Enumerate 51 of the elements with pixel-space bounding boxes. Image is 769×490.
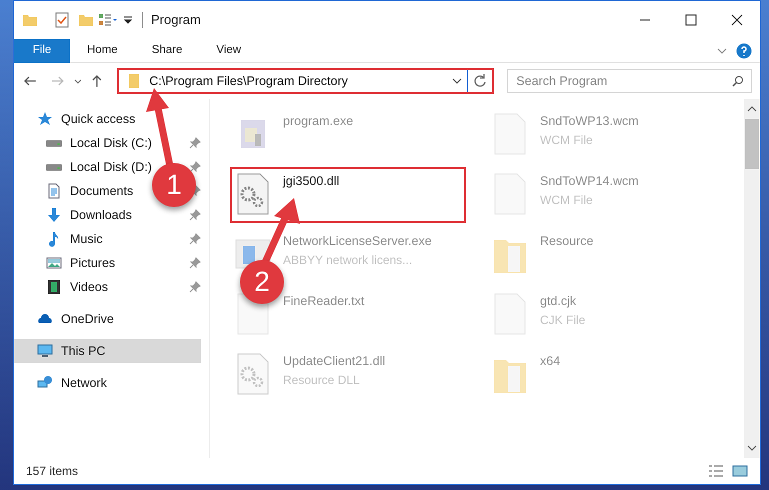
refresh-icon[interactable]	[472, 73, 488, 89]
blank-file-icon	[492, 112, 528, 156]
item-count: 157 items	[26, 463, 78, 480]
sidebar-item[interactable]: Quick access	[14, 107, 201, 131]
file-type: CJK File	[540, 312, 586, 329]
file-type: WCM File	[540, 192, 594, 209]
document-icon	[46, 183, 62, 199]
gear-file-icon	[235, 172, 271, 216]
blank-file-icon	[492, 292, 528, 336]
sidebar-item[interactable]: Network	[14, 371, 201, 395]
blank-file-icon	[492, 172, 528, 216]
file-type: WCM File	[540, 132, 594, 149]
download-arrow-icon	[46, 207, 62, 223]
sidebar-item[interactable]: Local Disk (C:)	[14, 131, 150, 155]
scrollbar-thumb[interactable]	[745, 119, 759, 169]
large-icons-view-icon[interactable]	[732, 463, 748, 479]
star-icon	[37, 111, 53, 127]
dropdown-icon[interactable]	[122, 14, 134, 26]
drive-icon	[46, 164, 62, 170]
sidebar-item[interactable]: This PC	[14, 339, 201, 363]
maximize-icon	[685, 14, 697, 26]
chevron-down-icon[interactable]	[74, 77, 82, 85]
ribbon-tab[interactable]: View	[199, 38, 258, 62]
sidebar-item[interactable]: Documents	[14, 179, 150, 203]
file-name[interactable]: jgi3500.dll	[283, 172, 340, 191]
gear-file-icon	[235, 352, 271, 396]
monitor-icon	[37, 343, 53, 359]
file-type: Resource DLL	[283, 372, 361, 389]
sidebar-item[interactable]: Pictures	[14, 251, 150, 275]
search-field[interactable]: Search Program	[507, 69, 752, 93]
address-bar[interactable]: C:\Program Files\Program Directory	[117, 68, 494, 94]
details-view-icon[interactable]	[708, 463, 724, 479]
close-icon	[731, 14, 743, 26]
film-icon	[46, 279, 62, 295]
ribbon-tab[interactable]: Home	[70, 38, 135, 62]
sidebar-item[interactable]: OneDrive	[14, 307, 201, 331]
ribbon-tab[interactable]: Share	[134, 38, 200, 62]
file-type: ABBYY network licens...	[283, 252, 414, 269]
sidebar-item[interactable]: Local Disk (D:)	[14, 155, 150, 179]
sidebar-item[interactable]: Music	[14, 227, 150, 251]
checklist-icon[interactable]	[54, 12, 70, 28]
sidebar-item[interactable]: Videos	[14, 275, 150, 299]
sidebar-item[interactable]: Downloads	[14, 203, 150, 227]
window-title: Program	[151, 11, 201, 30]
picture-icon	[46, 255, 62, 271]
address-path: C:\Program Files\Program Directory	[149, 72, 348, 90]
properties-icon[interactable]	[98, 12, 118, 28]
ribbon-tab[interactable]: File	[14, 38, 70, 62]
help-icon[interactable]	[736, 42, 752, 58]
drive-icon	[46, 140, 62, 146]
search-icon	[732, 75, 744, 87]
